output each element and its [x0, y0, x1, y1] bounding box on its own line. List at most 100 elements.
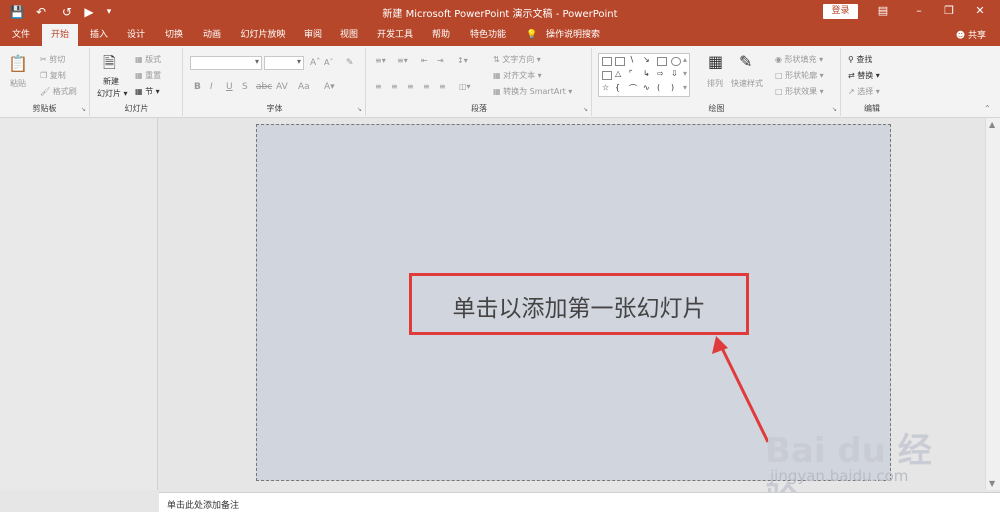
tab-slideshow[interactable]: 幻灯片放映 [234, 24, 292, 46]
arrow-shape-icon[interactable]: ↘ [643, 55, 650, 64]
gallery-more-icon[interactable]: ▾ [683, 83, 687, 92]
new-slide-dropdown[interactable]: 幻灯片 ▾ [97, 88, 128, 99]
shape-effects-button[interactable]: □ 形状效果 ▾ [775, 86, 824, 97]
shape-fill-button[interactable]: ◉ 形状填充 ▾ [775, 54, 823, 65]
underline-button[interactable]: U [226, 82, 233, 92]
right-arrow-shape-icon[interactable]: ⇨ [657, 69, 664, 78]
smartart-button[interactable]: ▦ 转换为 SmartArt ▾ [493, 86, 572, 97]
char-spacing-button[interactable]: AV [276, 82, 288, 92]
bracket-shape-icon[interactable]: ( [657, 83, 660, 92]
font-name-combo[interactable]: ▾ [190, 56, 262, 70]
triangle-shape-icon[interactable]: △ [615, 69, 621, 78]
increase-indent-icon[interactable]: ⇥ [437, 56, 444, 65]
quick-styles-button[interactable]: 快速样式 [731, 78, 763, 89]
curved-connector-icon[interactable]: ↳ [643, 69, 650, 78]
align-right-icon[interactable]: ≡ [407, 82, 414, 91]
new-slide-button[interactable]: 新建 [103, 76, 119, 87]
clear-formatting-icon[interactable]: ✎ [346, 58, 354, 68]
shadow-button[interactable]: S [242, 82, 248, 92]
select-button[interactable]: ↗ 选择 ▾ [848, 86, 880, 97]
italic-button[interactable]: I [210, 82, 213, 92]
oval-shape-icon[interactable] [671, 57, 681, 66]
tab-file[interactable]: 文件 [6, 24, 36, 46]
vertical-scrollbar[interactable]: ▲ ▼ [985, 118, 1000, 490]
numbering-icon[interactable]: ≡▾ [397, 56, 408, 65]
bold-button[interactable]: B [194, 82, 201, 92]
arrange-button[interactable]: 排列 [707, 78, 723, 89]
drawing-launcher-icon[interactable]: ↘ [832, 106, 837, 113]
font-launcher-icon[interactable]: ↘ [357, 106, 362, 113]
gallery-scroll-up-icon[interactable]: ▴ [683, 55, 687, 64]
textbox-shape-icon[interactable] [602, 57, 612, 66]
paragraph-launcher-icon[interactable]: ↘ [583, 106, 588, 113]
shapes-gallery[interactable]: ∖ ↘ △ ⌜ ↳ ⇨ ⇩ ☆ { ⌒ ∿ ( ) ▴ ▾ ▾ [598, 53, 690, 97]
shape-outline-button[interactable]: □ 形状轮廓 ▾ [775, 70, 824, 81]
align-left-icon[interactable]: ≡ [375, 82, 382, 91]
layout-button[interactable]: ▦ 版式 [135, 54, 161, 65]
tell-me-search[interactable]: 操作说明搜索 [542, 24, 604, 46]
align-center-icon[interactable]: ≡ [391, 82, 398, 91]
arrange-icon[interactable]: ▦ [708, 52, 723, 71]
down-arrow-shape-icon[interactable]: ⇩ [671, 69, 678, 78]
change-case-button[interactable]: Aa [298, 82, 310, 92]
strikethrough-button[interactable]: abc [256, 82, 272, 92]
grow-font-button[interactable]: Aˆ [310, 58, 321, 68]
tab-features[interactable]: 特色功能 [464, 24, 512, 46]
bullets-icon[interactable]: ≡▾ [375, 56, 386, 65]
decrease-indent-icon[interactable]: ⇤ [421, 56, 428, 65]
add-first-slide-placeholder[interactable]: 单击以添加第一张幻灯片 [409, 273, 749, 335]
scroll-down-icon[interactable]: ▼ [989, 479, 995, 488]
thumbnail-pane[interactable] [0, 118, 158, 490]
login-button[interactable]: 登录 [823, 4, 858, 19]
font-color-icon[interactable]: A▾ [324, 82, 335, 92]
collapse-ribbon-icon[interactable]: ⌃ [984, 104, 991, 113]
minimize-icon[interactable]: – [904, 2, 934, 20]
section-button[interactable]: ▦ 节 ▾ [135, 86, 160, 97]
shrink-font-button[interactable]: Aˇ [324, 58, 333, 67]
columns-icon[interactable]: ◫▾ [459, 82, 471, 91]
ribbon-display-options-icon[interactable]: ▤ [868, 2, 898, 20]
quick-styles-icon[interactable]: ✎ [739, 52, 752, 71]
bracket-close-shape-icon[interactable]: ) [671, 83, 674, 92]
share-button[interactable]: ☻ 共享 [956, 28, 986, 41]
tab-help[interactable]: 帮助 [426, 24, 456, 46]
tab-transitions[interactable]: 切换 [158, 24, 190, 46]
close-icon[interactable]: ✕ [965, 2, 995, 20]
tab-design[interactable]: 设计 [120, 24, 152, 46]
maximize-icon[interactable]: ❐ [934, 2, 964, 20]
justify-icon[interactable]: ≡ [423, 82, 430, 91]
tab-insert[interactable]: 插入 [84, 24, 114, 46]
vertical-textbox-shape-icon[interactable] [615, 57, 625, 66]
clipboard-launcher-icon[interactable]: ↘ [81, 106, 86, 113]
paste-button[interactable]: 粘贴 [10, 78, 26, 89]
font-size-combo[interactable]: ▾ [264, 56, 304, 70]
text-direction-button[interactable]: ⇅ 文字方向 ▾ [493, 54, 541, 65]
tab-review[interactable]: 审阅 [298, 24, 328, 46]
rectangle-shape-icon[interactable] [657, 57, 667, 66]
tab-home[interactable]: 开始 [42, 24, 78, 46]
tab-animations[interactable]: 动画 [196, 24, 228, 46]
scroll-up-icon[interactable]: ▲ [989, 120, 995, 129]
distribute-icon[interactable]: ≡ [439, 82, 446, 91]
tab-view[interactable]: 视图 [334, 24, 364, 46]
paste-icon[interactable]: 📋 [8, 54, 28, 73]
tab-developer[interactable]: 开发工具 [372, 24, 418, 46]
gallery-scroll-down-icon[interactable]: ▾ [683, 69, 687, 78]
reset-button[interactable]: ▦ 重置 [135, 70, 161, 81]
find-button[interactable]: ⚲ 查找 [848, 54, 872, 65]
align-text-button[interactable]: ▦ 对齐文本 ▾ [493, 70, 542, 81]
arc-shape-icon[interactable]: ⌒ [629, 83, 637, 94]
copy-button[interactable]: ❐ 复制 [40, 70, 66, 81]
notes-pane[interactable]: 单击此处添加备注 [159, 492, 1000, 512]
brace-shape-icon[interactable]: { [615, 83, 620, 92]
replace-button[interactable]: ⇄ 替换 ▾ [848, 70, 880, 81]
rectangle2-shape-icon[interactable] [602, 71, 612, 80]
line-spacing-icon[interactable]: ↕▾ [457, 56, 468, 65]
format-painter-button[interactable]: 🖌 格式刷 [40, 86, 77, 97]
elbow-connector-icon[interactable]: ⌜ [629, 69, 633, 78]
star-shape-icon[interactable]: ☆ [602, 83, 609, 92]
new-slide-icon[interactable]: 🗎 [103, 52, 116, 79]
cut-button[interactable]: ✂ 剪切 [40, 54, 65, 65]
line-shape-icon[interactable]: ∖ [629, 55, 634, 64]
freeform-shape-icon[interactable]: ∿ [643, 83, 650, 92]
